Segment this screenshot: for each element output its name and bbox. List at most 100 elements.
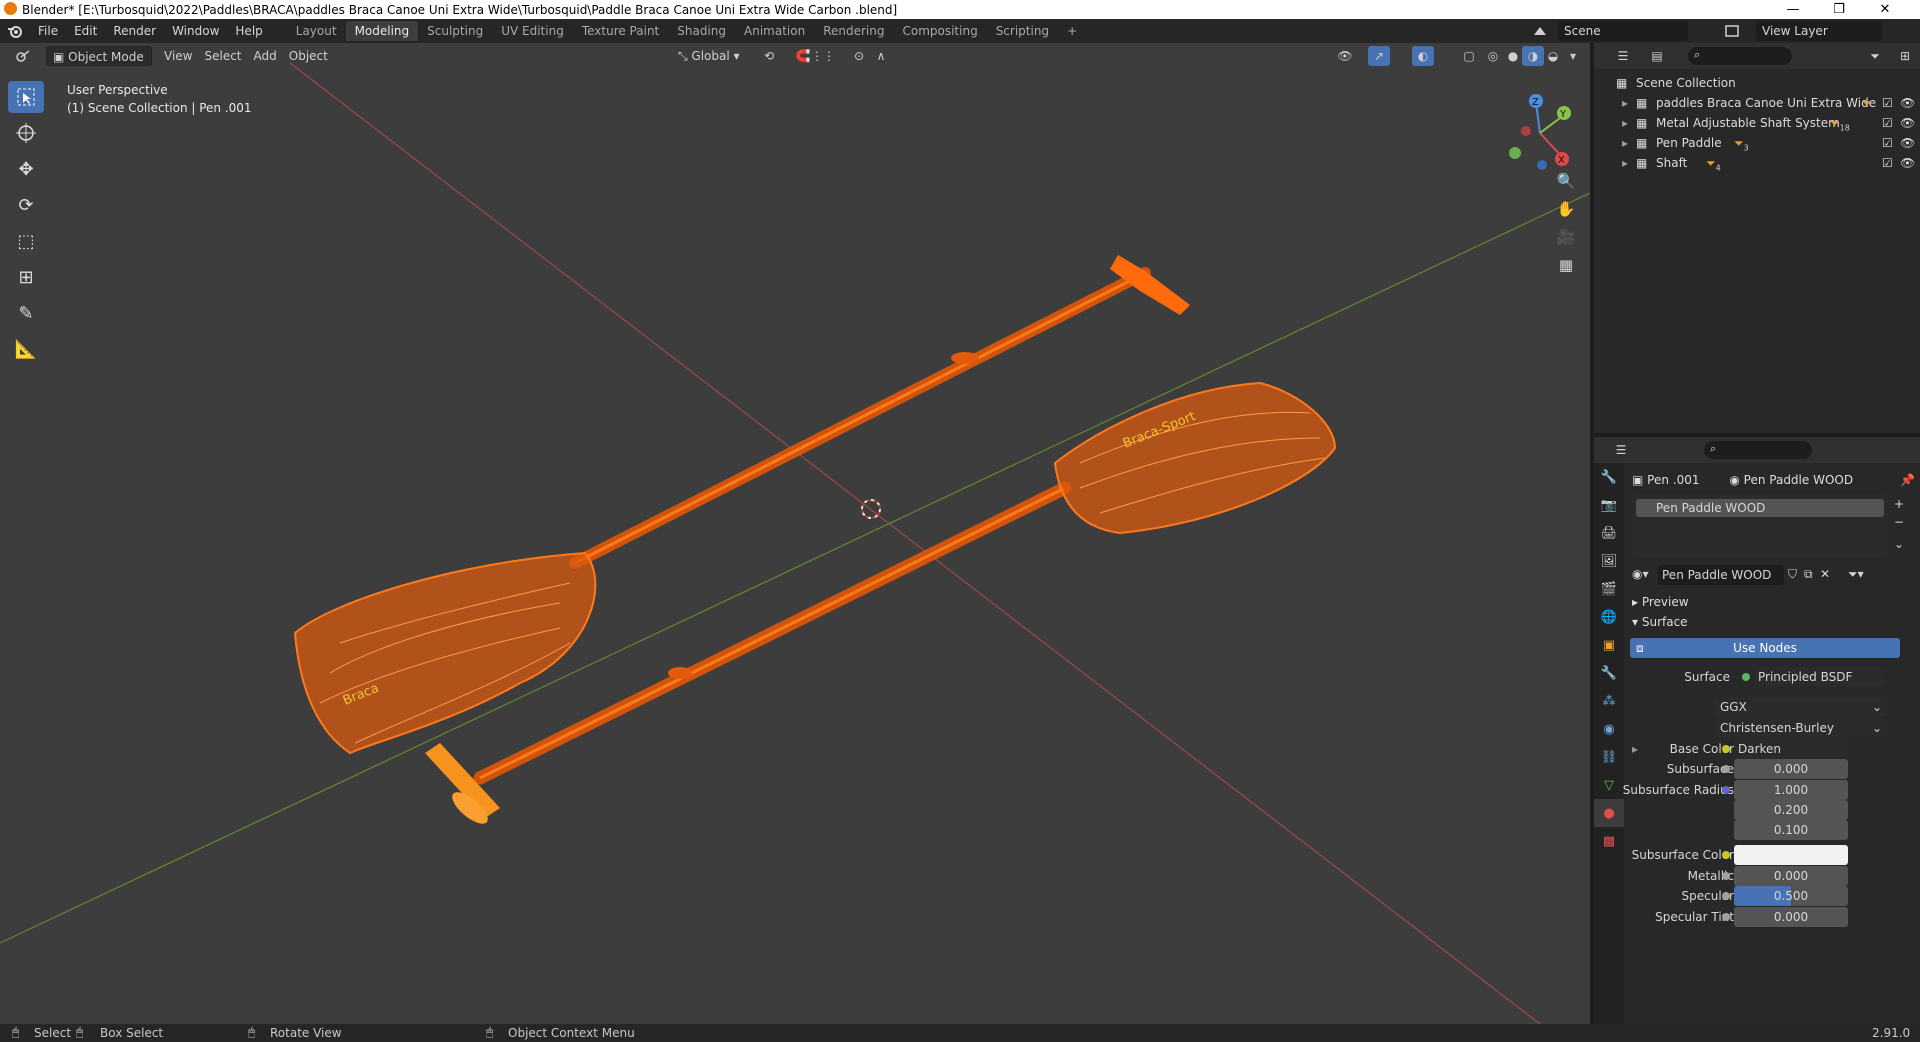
tab-sculpting[interactable]: Sculpting xyxy=(418,21,492,41)
eye-icon[interactable]: 👁 xyxy=(1900,93,1915,113)
expand-arrow-icon[interactable]: ▸ xyxy=(1622,133,1628,153)
viewport-menu-view[interactable]: View xyxy=(158,46,198,66)
cursor-tool-icon[interactable] xyxy=(8,117,44,149)
outliner-item[interactable]: ▸ ▦ Shaft ⏷4 ☑ 👁 xyxy=(1594,153,1920,173)
blender-menu-icon[interactable] xyxy=(0,24,30,38)
eye-icon[interactable]: 👁 xyxy=(1900,113,1915,133)
outliner-scene-collection[interactable]: ▦ Scene Collection xyxy=(1594,73,1920,93)
rendered-shading-icon[interactable]: ◒ xyxy=(1542,46,1564,66)
3d-viewport[interactable]: Braca Braca-Sport ▣ Object Mode View Sel… xyxy=(0,43,1590,1024)
use-nodes-button[interactable]: ⧈ Use Nodes xyxy=(1630,638,1900,658)
add-workspace-button[interactable]: + xyxy=(1058,21,1086,41)
scale-tool-icon[interactable]: ⬚ xyxy=(8,225,44,257)
material-shading-icon[interactable]: ◑ xyxy=(1522,46,1544,66)
view-layer-tab-icon[interactable]: 🖼 xyxy=(1594,547,1624,575)
falloff-icon[interactable]: ∧ xyxy=(870,46,892,66)
checkbox-icon[interactable]: ☑ xyxy=(1882,153,1893,173)
properties-search-input[interactable]: ⌕ xyxy=(1704,441,1812,459)
tool-tab-icon[interactable]: 🔧 xyxy=(1594,463,1624,491)
measure-tool-icon[interactable]: 📐 xyxy=(8,333,44,365)
zoom-icon[interactable]: 🔍 xyxy=(1552,167,1580,195)
annotate-tool-icon[interactable]: ✎ xyxy=(8,297,44,329)
filter-icon[interactable]: ⏷ xyxy=(1864,46,1886,66)
proportional-edit-icon[interactable]: ⊙ xyxy=(848,46,870,66)
expand-arrow-icon[interactable]: ▸ xyxy=(1622,93,1628,113)
view-layer-icon[interactable] xyxy=(1722,21,1746,41)
properties-editor-type-icon[interactable]: ☰ xyxy=(1610,440,1632,460)
object-tab-icon[interactable]: ▣ xyxy=(1594,631,1624,659)
rotate-tool-icon[interactable]: ⟳ xyxy=(8,189,44,221)
subsurface-color-swatch[interactable] xyxy=(1734,845,1848,865)
menu-file[interactable]: File xyxy=(30,19,66,43)
subsurface-field[interactable]: 0.000 xyxy=(1734,759,1848,779)
render-tab-icon[interactable]: 📷 xyxy=(1594,491,1624,519)
camera-view-icon[interactable]: 🎥 xyxy=(1552,223,1580,251)
menu-help[interactable]: Help xyxy=(227,19,270,43)
display-mode-icon[interactable]: ▤ xyxy=(1646,46,1668,66)
checkbox-icon[interactable]: ☑ xyxy=(1882,113,1893,133)
pivot-point-icon[interactable]: ⟲ xyxy=(758,46,780,66)
gizmo-toggle-icon[interactable]: ↗ xyxy=(1368,46,1390,66)
panel-surface-header[interactable]: ▾ Surface xyxy=(1632,615,1688,629)
scene-tab-icon[interactable]: 🎬 xyxy=(1594,575,1624,603)
orientation-selector[interactable]: ⤡ Global ▾ xyxy=(672,46,746,66)
panel-preview-header[interactable]: ▸ Preview xyxy=(1632,595,1689,609)
tab-compositing[interactable]: Compositing xyxy=(893,21,986,41)
tab-animation[interactable]: Animation xyxy=(735,21,814,41)
tab-scripting[interactable]: Scripting xyxy=(987,21,1058,41)
subsurface-radius-y-field[interactable]: 0.200 xyxy=(1734,800,1848,820)
view-layer-selector[interactable]: View Layer xyxy=(1756,21,1882,41)
mode-selector[interactable]: ▣ Object Mode xyxy=(46,46,152,66)
outliner-item[interactable]: ▸ ▦ Metal Adjustable Shaft System ⏷18 ☑ … xyxy=(1594,113,1920,133)
viewport-menu-select[interactable]: Select xyxy=(198,46,247,66)
move-tool-icon[interactable]: ✥ xyxy=(8,153,44,185)
output-tab-icon[interactable]: 🖨 xyxy=(1594,519,1624,547)
outliner-item[interactable]: ▸ ▦ Pen Paddle ⏷3 ☑ 👁 xyxy=(1594,133,1920,153)
transform-tool-icon[interactable]: ⊞ xyxy=(8,261,44,293)
viewport-menu-add[interactable]: Add xyxy=(248,46,283,66)
metallic-field[interactable]: 0.000 xyxy=(1734,866,1848,886)
add-slot-icon[interactable]: + xyxy=(1894,497,1904,511)
outliner-search-input[interactable]: ⌕ xyxy=(1688,47,1792,65)
world-tab-icon[interactable]: 🌐 xyxy=(1594,603,1624,631)
shading-options-icon[interactable]: ▾ xyxy=(1562,46,1584,66)
specular-field[interactable]: 0.500 xyxy=(1734,886,1848,906)
solid-shading-icon[interactable]: ● xyxy=(1502,46,1524,66)
remove-slot-icon[interactable]: − xyxy=(1894,515,1904,529)
tab-modeling[interactable]: Modeling xyxy=(345,21,419,41)
surface-shader-selector[interactable]: Principled BSDF xyxy=(1754,667,1884,687)
fake-user-shield-icon[interactable]: ⛉ xyxy=(1788,567,1797,582)
checkbox-icon[interactable]: ☑ xyxy=(1882,133,1893,153)
tab-rendering[interactable]: Rendering xyxy=(814,21,893,41)
material-name-field[interactable]: Pen Paddle WOOD xyxy=(1658,565,1784,585)
specular-tint-field[interactable]: 0.000 xyxy=(1734,907,1848,927)
editor-type-icon[interactable] xyxy=(12,46,34,66)
distribution-dropdown[interactable]: GGX ⌄ xyxy=(1714,697,1888,717)
subsurface-radius-x-field[interactable]: 1.000 xyxy=(1734,780,1848,800)
overlay-toggle-icon[interactable]: ◐ xyxy=(1412,46,1434,66)
restore-button[interactable]: ❐ xyxy=(1816,0,1862,19)
subsurface-radius-z-field[interactable]: 0.100 xyxy=(1734,820,1848,840)
eye-icon[interactable]: 👁 xyxy=(1900,153,1915,173)
xray-icon[interactable]: ▢ xyxy=(1458,46,1480,66)
visibility-icon[interactable]: 👁 xyxy=(1334,46,1356,66)
minimize-button[interactable]: — xyxy=(1770,0,1816,19)
checkbox-icon[interactable]: ☑ xyxy=(1882,93,1893,113)
select-box-tool-icon[interactable] xyxy=(8,81,44,113)
tab-layout[interactable]: Layout xyxy=(287,21,346,41)
pin-icon[interactable]: 📌 xyxy=(1900,473,1915,487)
snap-target-icon[interactable]: ⋮⋮ xyxy=(811,46,835,66)
eye-icon[interactable]: 👁 xyxy=(1900,133,1915,153)
outliner-item[interactable]: ▸ ▦ paddles Braca Canoe Uni Extra Wide ⏷… xyxy=(1594,93,1920,113)
subsurface-method-dropdown[interactable]: Christensen-Burley ⌄ xyxy=(1714,718,1888,738)
viewport-menu-object[interactable]: Object xyxy=(283,46,334,66)
close-button[interactable]: ✕ xyxy=(1862,0,1908,19)
menu-edit[interactable]: Edit xyxy=(66,19,105,43)
duplicate-material-icon[interactable]: ⧉ xyxy=(1804,567,1813,582)
menu-window[interactable]: Window xyxy=(164,19,227,43)
slot-menu-icon[interactable]: ⌄ xyxy=(1894,537,1904,551)
scene-icon[interactable] xyxy=(1530,21,1558,41)
scene-selector[interactable]: Scene xyxy=(1558,21,1688,41)
material-slot-item[interactable]: Pen Paddle WOOD xyxy=(1636,499,1884,517)
unlink-material-icon[interactable]: ✕ xyxy=(1820,567,1830,581)
